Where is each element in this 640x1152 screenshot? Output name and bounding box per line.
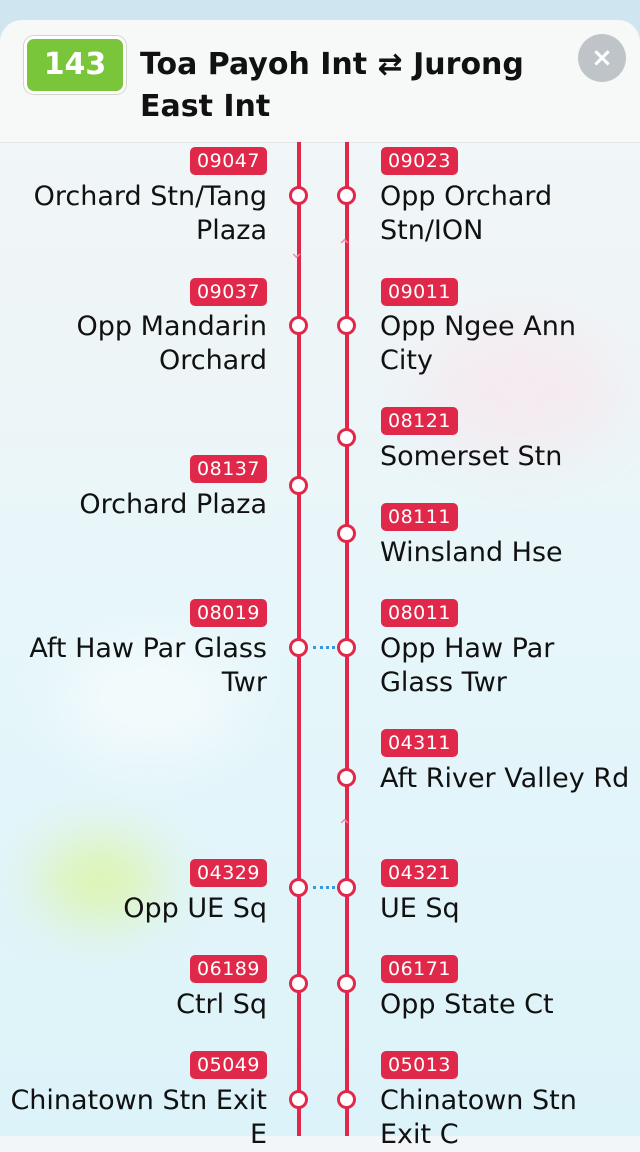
stop-code: 04321 bbox=[381, 859, 458, 887]
stop-node bbox=[289, 186, 308, 205]
stop-name: Opp Haw Par Glass Twr bbox=[380, 633, 555, 698]
stop-name: Chinatown Stn Exit E bbox=[10, 1085, 267, 1150]
stop-code: 06171 bbox=[381, 955, 458, 983]
route-title: Toa Payoh Int ⇄ Jurong East Int bbox=[140, 47, 524, 124]
stop-name: Opp UE Sq bbox=[123, 893, 267, 924]
stop-code: 08121 bbox=[381, 407, 458, 435]
stop-code: 04329 bbox=[190, 859, 267, 887]
stop-code: 05013 bbox=[381, 1051, 458, 1079]
stop-code: 08137 bbox=[190, 455, 267, 483]
stop-name: Orchard Plaza bbox=[79, 489, 267, 520]
direction-down-icon: ⌄ bbox=[289, 242, 305, 263]
stop-name: UE Sq bbox=[380, 893, 460, 924]
close-button[interactable]: × bbox=[578, 34, 626, 82]
stop-node bbox=[337, 316, 356, 335]
stop-node bbox=[337, 638, 356, 657]
route-header: 143 Toa Payoh Int ⇄ Jurong East Int × bbox=[0, 20, 640, 142]
stop-node bbox=[289, 316, 308, 335]
stop-name: Aft River Valley Rd bbox=[380, 763, 630, 794]
stop-name: Opp Mandarin Orchard bbox=[76, 311, 267, 376]
stop-node bbox=[289, 1090, 308, 1109]
stop-code: 09047 bbox=[190, 147, 267, 175]
stop-name: Chinatown Stn Exit C bbox=[380, 1085, 577, 1150]
stop-node bbox=[337, 974, 356, 993]
stop-code: 05049 bbox=[190, 1051, 267, 1079]
stop-node bbox=[337, 428, 356, 447]
stop-node bbox=[337, 186, 356, 205]
stop-code: 06189 bbox=[190, 955, 267, 983]
interchange-connector bbox=[313, 886, 335, 889]
stop-code: 09023 bbox=[381, 147, 458, 175]
stop-code: 09011 bbox=[381, 278, 458, 306]
stop-code: 08111 bbox=[381, 503, 458, 531]
stop-node bbox=[289, 476, 308, 495]
direction-up-icon: ⌃ bbox=[337, 816, 353, 837]
stop-name: Aft Haw Par Glass Twr bbox=[29, 633, 267, 698]
stop-name: Opp Ngee Ann City bbox=[380, 311, 576, 376]
stop-name: Opp State Ct bbox=[380, 989, 554, 1020]
stop-code: 09037 bbox=[190, 278, 267, 306]
stop-name: Somerset Stn bbox=[380, 441, 563, 472]
stop-node bbox=[337, 524, 356, 543]
stop-code: 08011 bbox=[381, 599, 458, 627]
route-number-badge: 143 bbox=[24, 36, 126, 94]
direction-up-icon: ⌃ bbox=[337, 236, 353, 257]
stop-node bbox=[337, 878, 356, 897]
stop-node bbox=[289, 638, 308, 657]
stop-name: Winsland Hse bbox=[380, 537, 563, 568]
stop-name: Opp Orchard Stn/ION bbox=[380, 181, 553, 246]
stop-node bbox=[337, 768, 356, 787]
stop-name: Orchard Stn/Tang Plaza bbox=[33, 181, 267, 246]
stop-code: 04311 bbox=[381, 729, 458, 757]
stop-name: Ctrl Sq bbox=[176, 989, 267, 1020]
interchange-connector bbox=[313, 646, 335, 649]
stop-node bbox=[337, 1090, 356, 1109]
stop-code: 08019 bbox=[190, 599, 267, 627]
stop-node bbox=[289, 878, 308, 897]
stop-node bbox=[289, 974, 308, 993]
